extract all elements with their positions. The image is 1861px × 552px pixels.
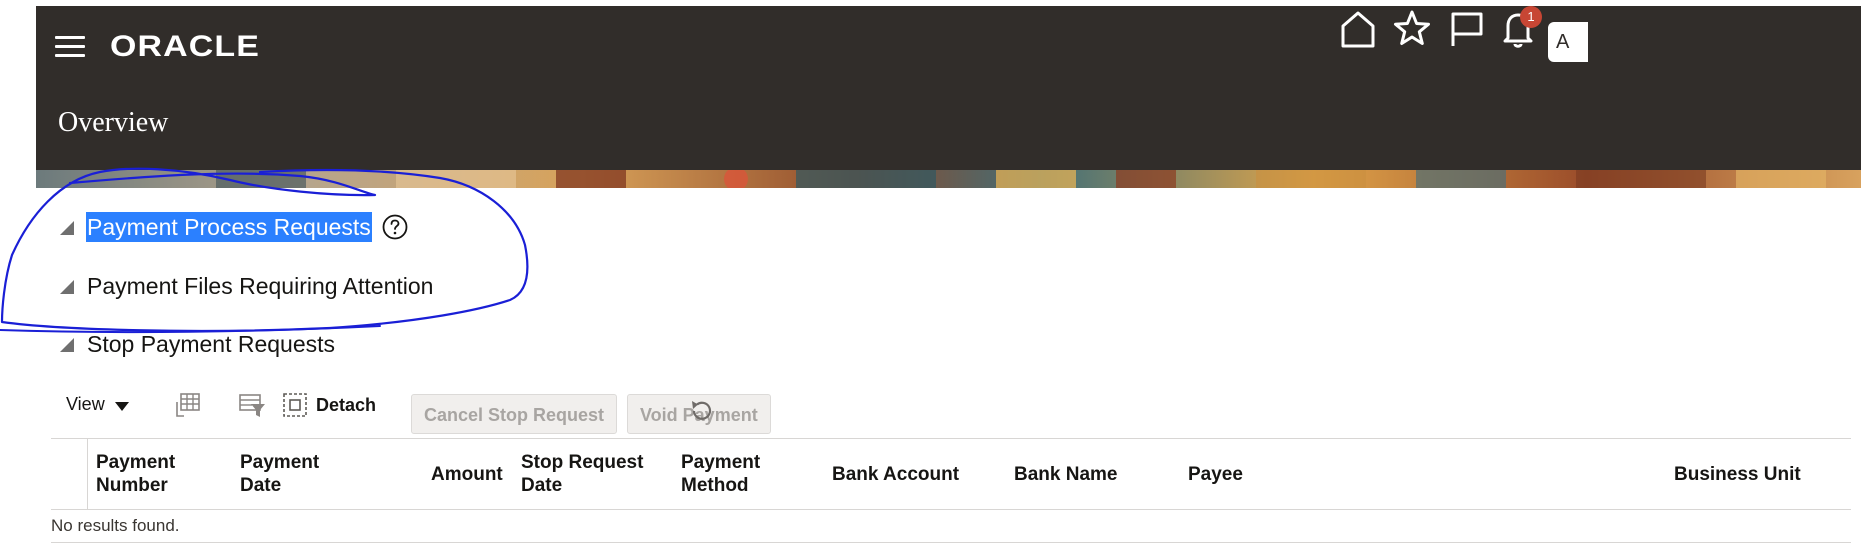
table-toolbar: View Detach Cancel Stop Request Void Pay… <box>36 384 1861 434</box>
detach-label: Detach <box>316 394 377 415</box>
column-header-amount[interactable]: Amount <box>431 439 503 509</box>
page: ORACLE 1 A Overview Payment Process Requ… <box>0 0 1861 552</box>
user-avatar[interactable]: A <box>1548 22 1588 62</box>
section-title: Payment Process Requests <box>86 212 372 242</box>
favorites-star-icon[interactable] <box>1389 6 1435 52</box>
cancel-stop-request-button[interactable]: Cancel Stop Request <box>411 394 618 434</box>
caret-down-icon <box>114 402 129 411</box>
freeze-column-icon[interactable] <box>172 390 202 420</box>
home-icon[interactable] <box>1335 6 1381 52</box>
column-header-payment-method[interactable]: Payment Method <box>681 439 760 509</box>
view-menu-label: View <box>66 394 105 414</box>
decorative-banner <box>36 170 1861 188</box>
column-header-payment-number[interactable]: Payment Number <box>96 439 175 509</box>
column-header-business-unit[interactable]: Business Unit <box>1674 439 1801 509</box>
detach-button[interactable]: Detach <box>282 390 376 420</box>
column-header-payee[interactable]: Payee <box>1188 439 1243 509</box>
logo-text: ORACLE <box>110 30 260 63</box>
section-stop-payment-requests[interactable]: Stop Payment Requests <box>60 328 336 360</box>
column-header-bank-name[interactable]: Bank Name <box>1014 439 1118 509</box>
column-header-payment-date[interactable]: Payment Date <box>240 439 319 509</box>
refresh-icon[interactable] <box>686 396 716 426</box>
flag-icon[interactable] <box>1443 6 1489 52</box>
oracle-app-window: ORACLE 1 A Overview Payment Process Requ… <box>36 6 1861 552</box>
notification-count-badge: 1 <box>1520 6 1542 28</box>
view-menu-button[interactable]: View <box>66 394 129 415</box>
section-payment-process-requests[interactable]: Payment Process Requests <box>60 211 408 243</box>
empty-table-message: No results found. <box>51 516 180 535</box>
section-payment-files-requiring-attention[interactable]: Payment Files Requiring Attention <box>60 270 434 302</box>
detach-icon <box>283 393 307 417</box>
hamburger-menu-icon[interactable] <box>55 35 85 59</box>
table-bottom-border <box>51 542 1851 543</box>
section-title: Stop Payment Requests <box>87 331 336 357</box>
section-title: Payment Files Requiring Attention <box>87 273 434 299</box>
stop-payment-requests-table: Payment Number Payment Date Amount Stop … <box>51 438 1851 543</box>
disclosure-triangle-icon[interactable] <box>60 221 74 235</box>
notifications-bell-icon[interactable]: 1 <box>1496 6 1542 52</box>
column-header-bank-account[interactable]: Bank Account <box>832 439 959 509</box>
help-icon[interactable] <box>382 214 408 240</box>
table-header: Payment Number Payment Date Amount Stop … <box>51 438 1851 510</box>
oracle-logo[interactable]: ORACLE <box>110 26 270 66</box>
column-header-stop-request-date[interactable]: Stop Request Date <box>521 439 643 509</box>
global-header: ORACLE 1 A Overview <box>36 6 1861 188</box>
disclosure-triangle-icon[interactable] <box>60 338 74 352</box>
query-by-example-icon[interactable] <box>237 390 267 420</box>
page-title: Overview <box>58 107 169 138</box>
disclosure-triangle-icon[interactable] <box>60 280 74 294</box>
selection-column-separator <box>87 439 88 509</box>
